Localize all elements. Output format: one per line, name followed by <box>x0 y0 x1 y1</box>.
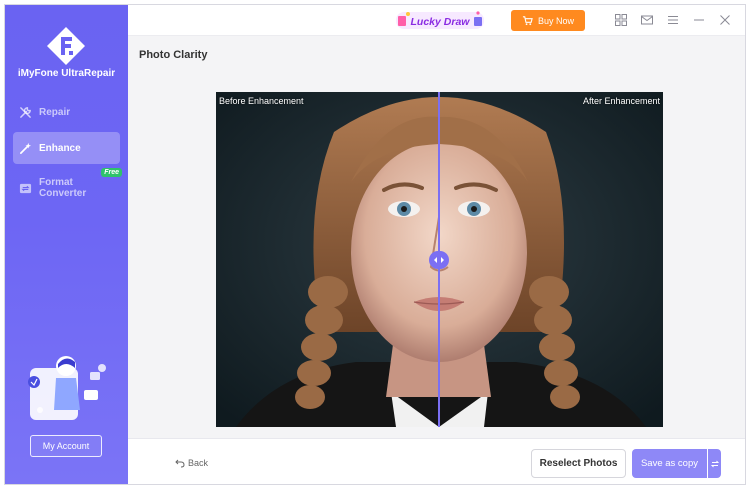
photo-compare-view[interactable]: Before Enhancement After Enhancement <box>216 92 663 427</box>
wrench-icon <box>20 106 31 118</box>
buy-now-button[interactable]: Buy Now <box>511 10 585 31</box>
reselect-photos-button[interactable]: Reselect Photos <box>531 449 626 478</box>
sidebar-item-enhance[interactable]: Enhance <box>13 132 120 164</box>
magic-wand-icon <box>20 142 32 154</box>
sidebar-item-label: Enhance <box>39 142 81 154</box>
page-title: Photo Clarity <box>139 49 208 61</box>
sidebar-item-repair[interactable]: Repair <box>13 96 120 128</box>
buy-now-label: Buy Now <box>537 15 574 26</box>
minimize-icon[interactable] <box>692 13 706 27</box>
cart-icon <box>522 16 533 26</box>
app-name: iMyFone UltraRepair <box>17 68 116 79</box>
bottom-bar: Back Reselect Photos Save as copy <box>128 438 745 484</box>
mail-icon[interactable] <box>640 13 654 27</box>
menu-icon[interactable] <box>666 13 680 27</box>
lucky-draw-label: Lucky Draw <box>411 16 471 28</box>
compare-slider-handle[interactable] <box>429 251 449 269</box>
sidebar: iMyFone UltraRepair Repair Enhance Forma… <box>5 5 128 484</box>
save-options-button[interactable] <box>708 449 721 478</box>
my-account-button[interactable]: My Account <box>30 435 102 457</box>
back-label: Back <box>188 458 209 468</box>
save-as-copy-button[interactable]: Save as copy <box>632 449 707 478</box>
back-button[interactable]: Back <box>175 458 208 468</box>
swap-icon <box>710 460 719 467</box>
user-illustration <box>28 356 106 420</box>
sidebar-item-label: Format Converter <box>39 177 87 199</box>
sidebar-item-label: Repair <box>39 106 71 118</box>
lucky-draw-banner[interactable]: Lucky Draw <box>394 8 486 32</box>
top-bar: Lucky Draw Buy Now <box>128 5 745 36</box>
app-logo-icon <box>47 27 85 65</box>
before-enhancement-label: Before Enhancement <box>219 96 304 106</box>
app-window: iMyFone UltraRepair Repair Enhance Forma… <box>4 4 746 485</box>
back-arrow-icon <box>175 459 185 468</box>
sidebar-item-format-converter[interactable]: Format Converter Free <box>13 168 122 204</box>
close-icon[interactable] <box>718 13 732 27</box>
free-badge: Free <box>101 168 122 177</box>
convert-icon <box>19 183 32 193</box>
drag-arrows-icon <box>434 257 444 263</box>
grid-icon[interactable] <box>614 13 628 27</box>
after-enhancement-label: After Enhancement <box>582 96 660 106</box>
